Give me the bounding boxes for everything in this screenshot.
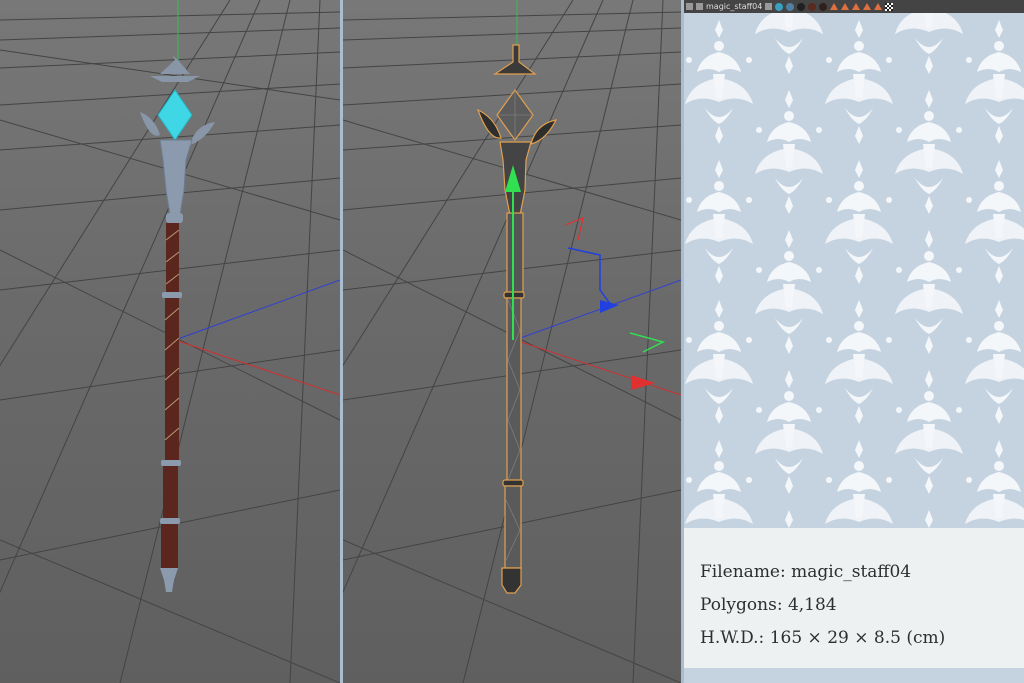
scene-name: magic_staff04 (706, 2, 763, 11)
crystal-shape (157, 89, 193, 141)
sphere-icon[interactable] (819, 2, 828, 11)
shaded-scene (0, 0, 340, 683)
render-icon[interactable] (765, 3, 773, 10)
gizmo-rotate-z[interactable] (567, 247, 612, 306)
staff-wireframe (476, 44, 558, 594)
sphere-icon[interactable] (786, 2, 795, 11)
viewport-wireframe[interactable] (343, 0, 684, 683)
axis-z-line (514, 279, 681, 341)
cone-icon[interactable] (841, 3, 850, 10)
wireframe-scene (343, 0, 681, 683)
axis-x-line (514, 339, 681, 396)
filename-text: Filename: magic_staff04 (700, 562, 912, 582)
gizmo-x-arrow[interactable] (631, 375, 655, 390)
dimensions-text: H.W.D.: 165 × 29 × 8.5 (cm) (700, 628, 946, 648)
polygon-count-text: Polygons: 4,184 (700, 595, 837, 615)
light-icon[interactable] (696, 3, 703, 10)
model-info-box: Filename: magic_staff04 Polygons: 4,184 … (684, 528, 1024, 668)
preview-toolbar: magic_staff04 (684, 0, 1024, 13)
cone-icon[interactable] (852, 3, 861, 10)
checker-icon[interactable] (885, 2, 894, 11)
axis-z-line (174, 279, 340, 341)
cone-icon[interactable] (863, 3, 872, 10)
sphere-icon[interactable] (797, 2, 806, 11)
camera-icon[interactable] (686, 3, 693, 10)
texture-preview-panel: magic_staff04 Filename: magic_staff04 Po… (684, 0, 1024, 683)
gizmo-rotate-y[interactable] (629, 332, 666, 353)
staff-shaded (140, 55, 215, 592)
bottom-strip (684, 668, 1024, 683)
damask-wallpaper (684, 13, 1024, 528)
sphere-icon[interactable] (808, 2, 817, 11)
sphere-icon[interactable] (775, 2, 784, 11)
axis-x-line (174, 339, 340, 396)
cone-icon[interactable] (830, 3, 839, 10)
viewport-shaded[interactable] (0, 0, 343, 683)
cone-icon[interactable] (874, 3, 883, 10)
